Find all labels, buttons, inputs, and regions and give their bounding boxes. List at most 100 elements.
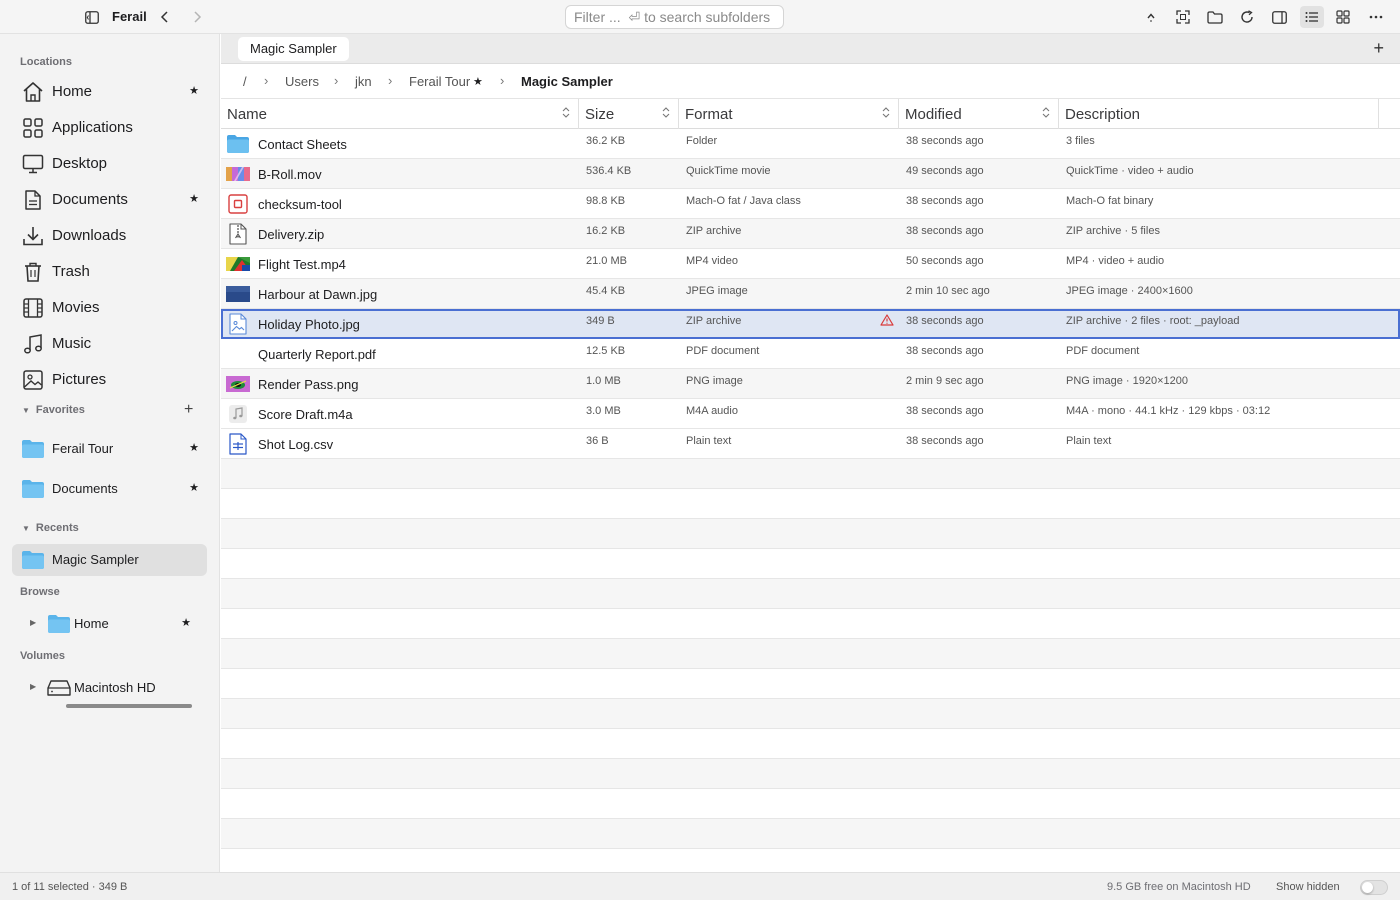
column-header-size[interactable]: Size — [579, 99, 679, 129]
show-hidden-toggle[interactable] — [1360, 880, 1388, 895]
file-description: MP4 · video + audio — [1066, 255, 1165, 267]
executable-icon — [226, 193, 250, 215]
back-chevron-icon[interactable] — [155, 7, 175, 27]
breadcrumb-separator-icon: › — [264, 73, 269, 88]
file-modified: 38 seconds ago — [906, 225, 984, 237]
sidebar-item-label: Pictures — [52, 371, 107, 388]
file-modified: 50 seconds ago — [906, 255, 984, 267]
disclosure-triangle-icon[interactable]: ▶ — [30, 682, 36, 691]
refresh-icon[interactable] — [1237, 7, 1257, 27]
star-icon[interactable]: ★ — [189, 84, 199, 97]
file-name: Harbour at Dawn.jpg — [258, 287, 378, 302]
sidebar-item-movies[interactable]: Movies — [12, 292, 207, 324]
sort-icon[interactable] — [882, 107, 890, 118]
sidebar-item-pictures[interactable]: Pictures — [12, 364, 207, 396]
star-icon[interactable]: ★ — [189, 192, 199, 205]
table-row[interactable]: B-Roll.mov 536.4 KB QuickTime movie 49 s… — [221, 159, 1400, 189]
sort-icon[interactable] — [1042, 107, 1050, 118]
breadcrumb-item[interactable]: jkn — [355, 74, 372, 89]
table-row[interactable]: Shot Log.csv 36 B Plain text 38 seconds … — [221, 429, 1400, 459]
breadcrumb-item[interactable]: Ferail Tour — [409, 74, 470, 89]
file-format: Mach-O fat / Java class — [686, 195, 801, 207]
column-header-label: Description — [1065, 106, 1141, 123]
show-hidden-label: Show hidden — [1276, 881, 1340, 893]
pdf-icon — [226, 343, 250, 365]
search-field[interactable] — [565, 5, 784, 29]
volume-usage-bar — [66, 704, 192, 708]
sort-icon[interactable] — [562, 107, 570, 118]
tab-bar: Magic Sampler + — [221, 34, 1400, 64]
app-title: Ferail — [112, 9, 147, 24]
sidebar-item-trash[interactable]: Trash — [12, 256, 207, 288]
file-name: Score Draft.m4a — [258, 407, 353, 422]
grid-view-icon[interactable] — [1333, 7, 1353, 27]
table-row[interactable]: Render Pass.png 1.0 MB PNG image 2 min 9… — [221, 369, 1400, 399]
sidebar-item-label: Home — [74, 616, 109, 631]
favorites-header[interactable]: ▼ Favorites — [22, 404, 85, 416]
volume-item-macintosh-hd[interactable]: ▶ Macintosh HD — [28, 672, 201, 704]
file-description: M4A · mono · 44.1 kHz · 129 kbps · 03:12 — [1066, 405, 1271, 417]
file-description: 3 files — [1066, 135, 1095, 147]
table-row-selected[interactable]: Holiday Photo.jpg 349 B ZIP archive 38 s… — [221, 309, 1400, 339]
sidebar-item-applications[interactable]: Applications — [12, 112, 207, 144]
fullscreen-icon[interactable] — [1173, 7, 1193, 27]
sidebar-toggle-icon[interactable] — [82, 7, 102, 27]
file-size: 45.4 KB — [586, 285, 626, 297]
sidebar-item-magic-sampler[interactable]: Magic Sampler — [12, 544, 207, 576]
preview-panel-icon[interactable] — [1269, 7, 1289, 27]
add-favorite-icon[interactable]: + — [184, 401, 193, 419]
table-row[interactable]: Quarterly Report.pdf 12.5 KB PDF documen… — [221, 339, 1400, 369]
table-row[interactable]: Contact Sheets 36.2 KB Folder 38 seconds… — [221, 129, 1400, 159]
more-icon[interactable] — [1366, 7, 1386, 27]
sort-icon[interactable] — [662, 107, 670, 118]
sidebar-item-home[interactable]: Home ★ — [12, 76, 207, 108]
breadcrumb-separator-icon: › — [388, 73, 393, 88]
music-note-icon — [20, 331, 46, 357]
breadcrumb-current[interactable]: Magic Sampler — [521, 74, 613, 89]
table-row[interactable]: Delivery.zip 16.2 KB ZIP archive 38 seco… — [221, 219, 1400, 249]
sidebar-item-desktop[interactable]: Desktop — [12, 148, 207, 180]
grid-icon — [20, 115, 46, 141]
film-icon — [20, 295, 46, 321]
collapse-chevron-icon[interactable] — [1141, 7, 1161, 27]
disclosure-triangle-icon[interactable]: ▼ — [22, 406, 30, 415]
file-format: Folder — [686, 135, 718, 147]
tab-magic-sampler[interactable]: Magic Sampler — [238, 37, 349, 61]
column-header-description[interactable]: Description — [1059, 99, 1379, 129]
disclosure-triangle-icon[interactable]: ▼ — [22, 524, 30, 533]
table-row[interactable]: Flight Test.mp4 21.0 MB MP4 video 50 sec… — [221, 249, 1400, 279]
sidebar-item-downloads[interactable]: Downloads — [12, 220, 207, 252]
warning-icon[interactable] — [880, 309, 896, 339]
folder-icon[interactable] — [1205, 7, 1225, 27]
disclosure-triangle-icon[interactable]: ▶ — [30, 618, 36, 627]
table-row[interactable]: Score Draft.m4a 3.0 MB M4A audio 38 seco… — [221, 399, 1400, 429]
sidebar-item-documents-favorite[interactable]: Documents ★ — [12, 473, 207, 505]
file-modified: 2 min 10 sec ago — [906, 285, 990, 297]
selection-status: 1 of 11 selected · 349 B — [12, 881, 128, 893]
empty-row — [221, 669, 1400, 699]
table-row[interactable]: Harbour at Dawn.jpg 45.4 KB JPEG image 2… — [221, 279, 1400, 309]
column-header-format[interactable]: Format — [679, 99, 899, 129]
sidebar-item-ferail-tour[interactable]: Ferail Tour ★ — [12, 433, 207, 465]
browse-item-home[interactable]: ▶ Home ★ — [28, 608, 201, 640]
recents-header[interactable]: ▼ Recents — [22, 522, 79, 534]
column-header-modified[interactable]: Modified — [899, 99, 1059, 129]
empty-row — [221, 549, 1400, 579]
search-input[interactable] — [566, 6, 783, 28]
breadcrumb-item[interactable]: / — [243, 74, 247, 89]
file-modified: 38 seconds ago — [906, 315, 984, 327]
star-icon[interactable]: ★ — [181, 616, 191, 629]
table-row[interactable]: checksum-tool 98.8 KB Mach-O fat / Java … — [221, 189, 1400, 219]
sidebar-item-music[interactable]: Music — [12, 328, 207, 360]
new-tab-button[interactable]: + — [1373, 38, 1384, 59]
file-format: ZIP archive — [686, 315, 742, 327]
star-icon[interactable]: ★ — [189, 441, 199, 454]
forward-chevron-icon[interactable] — [187, 7, 207, 27]
drive-icon — [46, 675, 72, 701]
sidebar-item-documents[interactable]: Documents ★ — [12, 184, 207, 216]
list-view-icon[interactable] — [1300, 6, 1324, 28]
column-header-name[interactable]: Name — [221, 99, 579, 129]
star-icon[interactable]: ★ — [189, 481, 199, 494]
breadcrumb-item[interactable]: Users — [285, 74, 319, 89]
file-name: Quarterly Report.pdf — [258, 347, 376, 362]
